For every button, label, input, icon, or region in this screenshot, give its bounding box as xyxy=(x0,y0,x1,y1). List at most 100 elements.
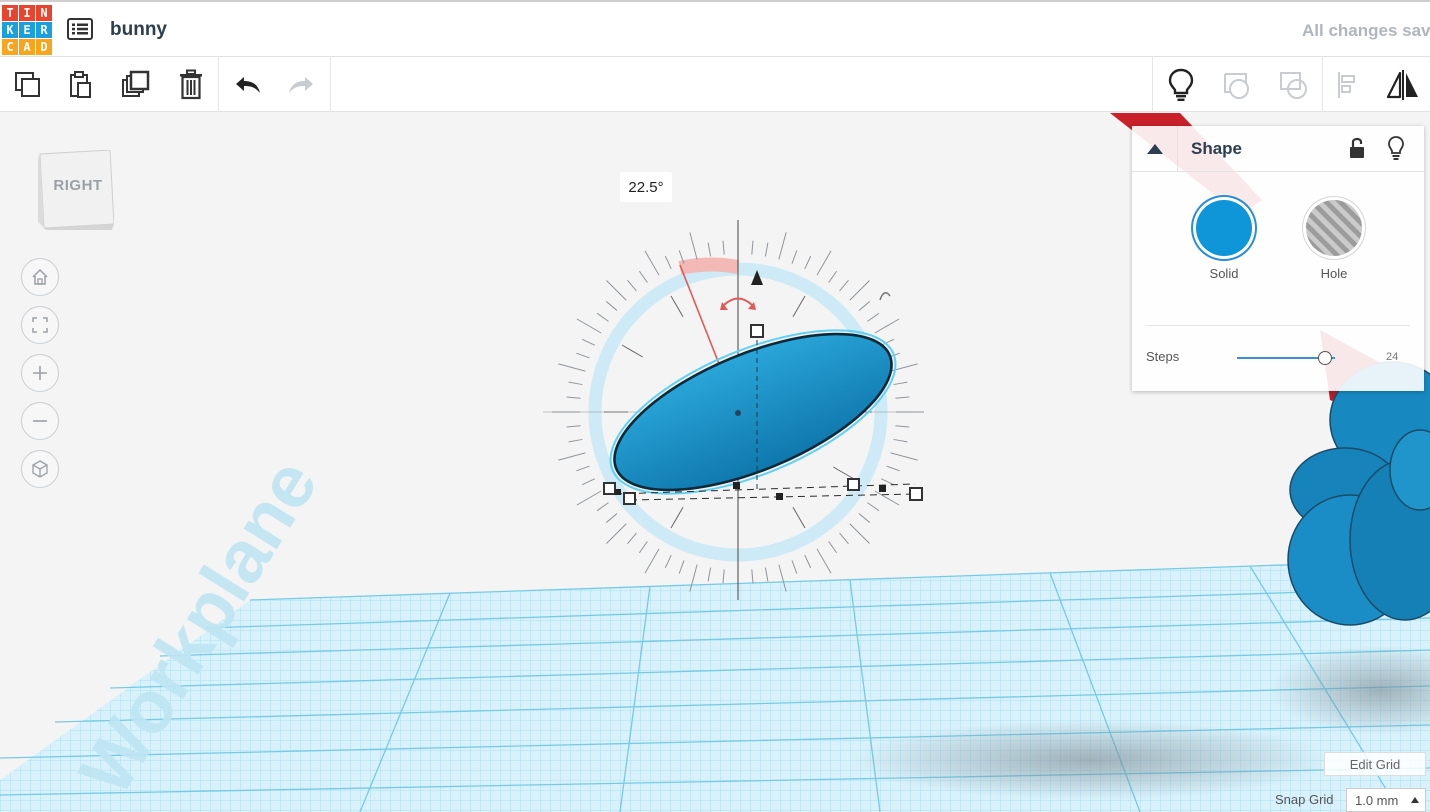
protractor-tick xyxy=(867,502,880,512)
caret-up-icon xyxy=(1146,144,1163,154)
redo-button[interactable] xyxy=(281,65,321,105)
rotation-angle-label: 22.5° xyxy=(620,172,672,202)
logo-letter: R xyxy=(36,22,52,38)
snap-grid-label: Snap Grid xyxy=(1275,792,1334,807)
protractor-tick xyxy=(791,250,798,264)
protractor-tick xyxy=(576,490,602,506)
protractor-major-tick xyxy=(670,295,684,317)
mirror-icon xyxy=(1386,70,1418,100)
steps-label: Steps xyxy=(1146,349,1180,364)
solid-color-swatch[interactable] xyxy=(1196,200,1252,256)
project-list-button[interactable] xyxy=(66,16,94,42)
home-view-button[interactable] xyxy=(21,258,59,296)
toolbar-separator xyxy=(218,57,219,112)
protractor-tick xyxy=(576,465,590,472)
protractor-tick xyxy=(605,513,618,523)
protractor-tick xyxy=(828,270,838,283)
protractor-tick xyxy=(576,318,602,334)
notes-button[interactable] xyxy=(1161,65,1201,105)
protractor-tick xyxy=(804,255,812,270)
protractor-major-tick xyxy=(833,466,855,480)
copy-button[interactable] xyxy=(8,65,48,105)
group-button[interactable] xyxy=(1218,65,1258,105)
protractor-tick xyxy=(890,452,918,461)
shape-inspector-header: Shape xyxy=(1132,126,1424,172)
snap-grid-select[interactable]: 1.0 mm xyxy=(1346,788,1426,812)
protractor-tick xyxy=(707,567,712,582)
protractor-major-tick xyxy=(792,507,806,529)
logo-letter: A xyxy=(19,39,35,55)
protractor-tick xyxy=(627,532,637,545)
protractor-major-tick xyxy=(621,344,643,358)
toolbar-separator xyxy=(1322,57,1323,112)
protractor-major-tick xyxy=(670,507,684,529)
plus-icon xyxy=(33,366,47,380)
protractor-tick xyxy=(858,513,871,523)
mirror-button[interactable] xyxy=(1383,65,1423,105)
protractor-tick xyxy=(596,502,609,512)
undo-icon xyxy=(236,77,260,93)
panel-divider xyxy=(1146,325,1410,326)
duplicate-icon xyxy=(122,70,150,97)
protractor-tick xyxy=(566,396,581,399)
lock-button[interactable] xyxy=(1345,135,1369,161)
protractor-tick xyxy=(886,465,900,472)
steps-slider-thumb[interactable] xyxy=(1318,351,1333,365)
zoom-in-button[interactable] xyxy=(21,354,59,392)
protractor-tick xyxy=(638,270,648,283)
protractor-tick xyxy=(751,240,754,255)
solid-label: Solid xyxy=(1209,266,1239,281)
zoom-out-button[interactable] xyxy=(21,402,59,440)
lightbulb-icon xyxy=(1168,68,1194,101)
collapse-panel-button[interactable] xyxy=(1132,126,1178,172)
protractor-tick xyxy=(566,425,581,428)
paste-icon xyxy=(70,71,91,98)
protractor-major-tick xyxy=(792,295,806,317)
protractor-tick xyxy=(644,548,660,574)
shape-visibility-button[interactable] xyxy=(1384,134,1408,162)
shape-shadow xyxy=(850,720,1330,800)
toolbar-separator xyxy=(330,57,331,112)
protractor-tick xyxy=(816,250,832,276)
protractor-tick xyxy=(895,425,910,428)
unlock-icon xyxy=(1350,137,1364,158)
logo-letter: N xyxy=(36,5,52,21)
protractor-tick xyxy=(849,523,870,544)
ungroup-button[interactable] xyxy=(1274,65,1314,105)
copy-icon xyxy=(15,72,40,97)
logo-letter: T xyxy=(2,5,18,21)
fit-view-button[interactable] xyxy=(21,306,59,344)
project-title[interactable]: bunny xyxy=(110,19,167,41)
protractor-tick xyxy=(751,569,754,584)
protractor-tick xyxy=(893,381,908,386)
protractor-tick xyxy=(722,240,725,255)
protractor-tick xyxy=(849,280,870,301)
undo-button[interactable] xyxy=(228,65,268,105)
protractor-tick xyxy=(707,242,712,257)
hole-swatch[interactable] xyxy=(1306,200,1362,256)
cube-icon xyxy=(32,460,48,478)
delete-button[interactable] xyxy=(171,65,211,105)
snap-grid-value: 1.0 mm xyxy=(1355,792,1399,808)
view-cube[interactable]: RIGHT xyxy=(38,149,115,230)
perspective-button[interactable] xyxy=(21,450,59,488)
protractor-tick xyxy=(664,255,672,270)
logo-letter: D xyxy=(36,39,52,55)
trash-icon xyxy=(180,69,202,100)
protractor-tick xyxy=(558,363,586,372)
logo-letter: E xyxy=(19,22,35,38)
steps-value[interactable]: 24 xyxy=(1386,351,1398,363)
shape-inspector: Shape Solid Hole Steps 24 xyxy=(1132,126,1424,391)
protractor-tick xyxy=(804,554,812,569)
logo-letter: C xyxy=(2,39,18,55)
paste-button[interactable] xyxy=(60,65,100,105)
align-button[interactable] xyxy=(1328,65,1368,105)
tinkercad-logo[interactable]: TIN KER CAD xyxy=(2,5,52,55)
protractor-tick xyxy=(816,548,832,574)
duplicate-button[interactable] xyxy=(116,65,156,105)
protractor-tick xyxy=(638,541,648,554)
protractor-tick xyxy=(568,438,583,443)
protractor-tick xyxy=(568,381,583,386)
edit-grid-button[interactable]: Edit Grid xyxy=(1324,752,1426,776)
protractor-tick xyxy=(606,523,627,544)
